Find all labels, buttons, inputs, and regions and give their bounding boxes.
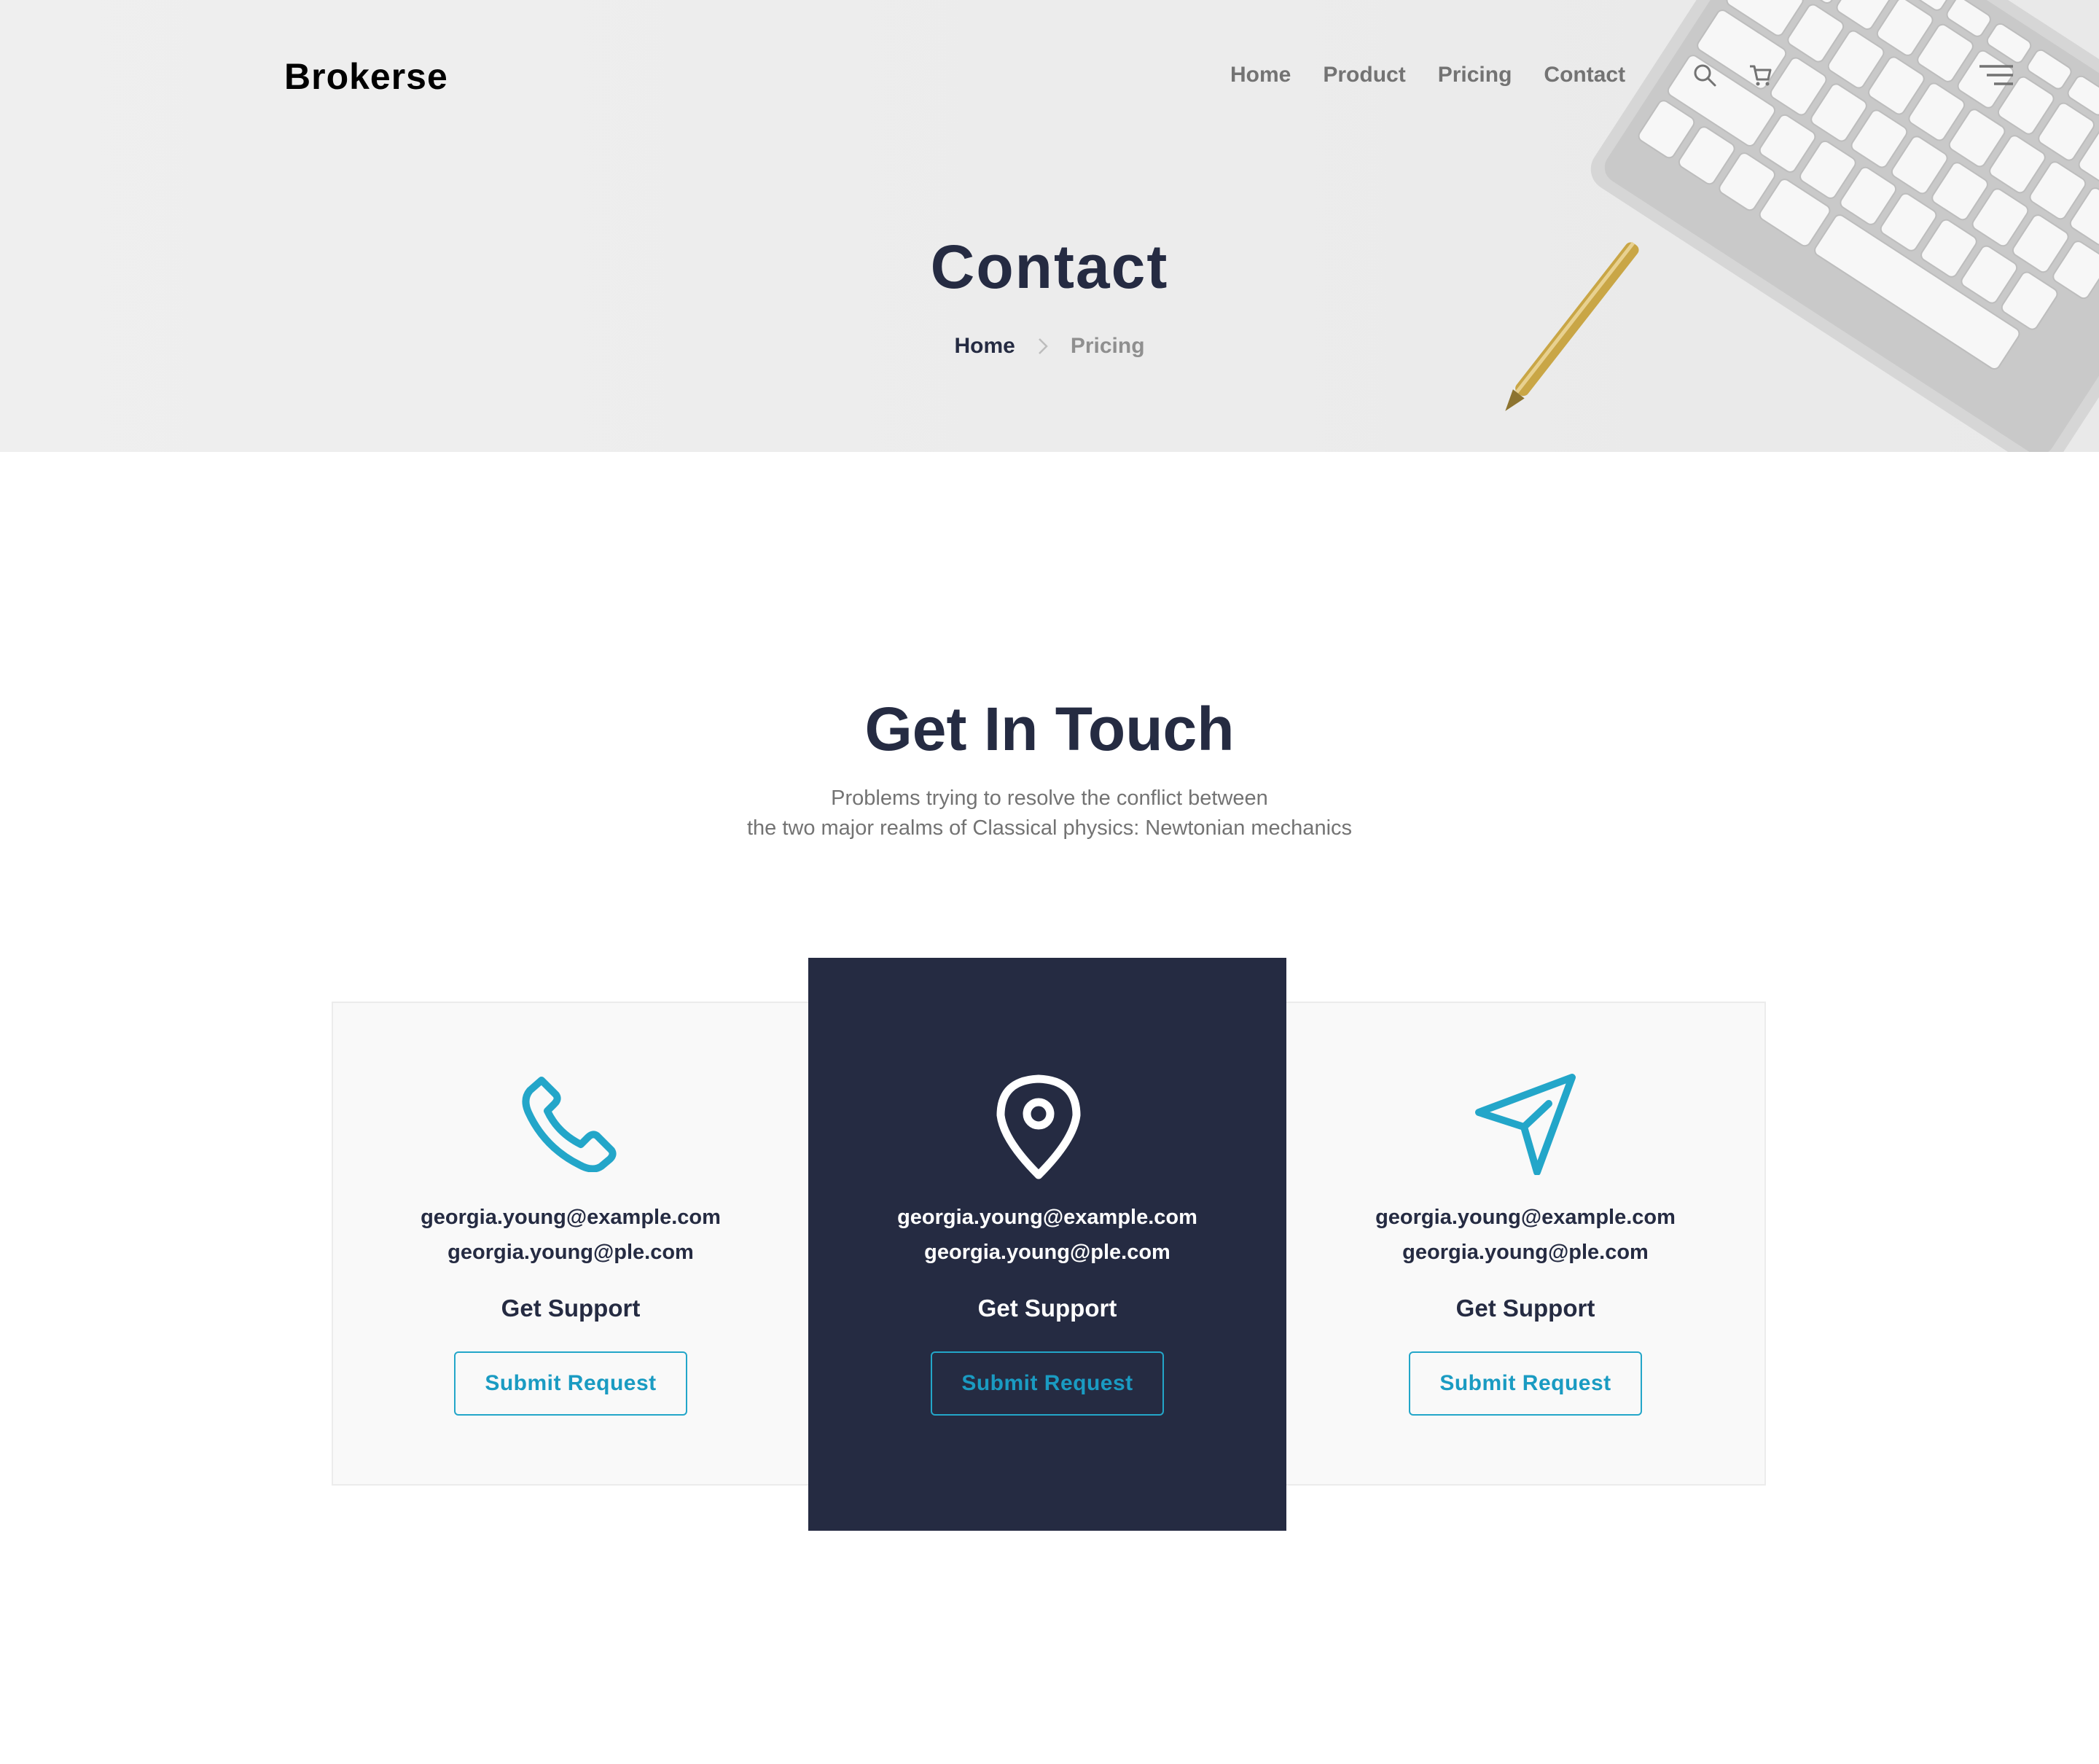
section-subtitle-line-1: Problems trying to resolve the conflict …: [831, 787, 1268, 810]
card-email-primary[interactable]: georgia.young@example.com: [1286, 1200, 1764, 1235]
phone-icon: [522, 1077, 617, 1172]
send-icon: [1475, 1074, 1576, 1175]
nav-link-pricing[interactable]: Pricing: [1438, 63, 1512, 87]
submit-request-button[interactable]: Submit Request: [931, 1351, 1164, 1416]
contact-card-phone: georgia.young@example.com georgia.young@…: [333, 1003, 808, 1484]
breadcrumb-current: Pricing: [1070, 334, 1145, 358]
section-subtitle-line-2: the two major realms of Classical physic…: [746, 816, 1353, 840]
nav-link-contact[interactable]: Contact: [1544, 63, 1625, 87]
menu-icon[interactable]: [1979, 64, 2013, 86]
chevron-right-icon: [1038, 338, 1048, 354]
card-heading: Get Support: [977, 1295, 1117, 1322]
hero-banner: Brokerse Home Product Pricing Contact Co…: [0, 0, 2099, 452]
card-email-primary[interactable]: georgia.young@example.com: [808, 1200, 1286, 1235]
main-nav: Home Product Pricing Contact: [1230, 63, 1625, 87]
brand-logo[interactable]: Brokerse: [284, 55, 448, 98]
nav-link-home[interactable]: Home: [1230, 63, 1291, 87]
location-pin-icon: [996, 1074, 1081, 1179]
search-icon[interactable]: [1692, 63, 1717, 87]
card-email-primary[interactable]: georgia.young@example.com: [333, 1200, 808, 1235]
card-email-secondary[interactable]: georgia.young@ple.com: [1286, 1235, 1764, 1270]
contact-card-send: georgia.young@example.com georgia.young@…: [1286, 1003, 1764, 1484]
card-heading: Get Support: [501, 1295, 641, 1322]
contact-card-location: georgia.young@example.com georgia.young@…: [808, 958, 1286, 1531]
section-subtitle: Problems trying to resolve the conflict …: [0, 784, 2099, 843]
breadcrumb-home[interactable]: Home: [954, 334, 1015, 359]
breadcrumb: Home Pricing: [0, 334, 2099, 359]
submit-request-button[interactable]: Submit Request: [1409, 1351, 1642, 1416]
card-heading: Get Support: [1455, 1295, 1595, 1322]
section-title: Get In Touch: [864, 695, 1235, 763]
cart-icon[interactable]: [1748, 63, 1772, 87]
page-title: Contact: [930, 233, 1169, 301]
card-email-secondary[interactable]: georgia.young@ple.com: [808, 1235, 1286, 1270]
submit-request-button[interactable]: Submit Request: [454, 1351, 687, 1416]
nav-link-product[interactable]: Product: [1323, 63, 1405, 87]
card-email-secondary[interactable]: georgia.young@ple.com: [333, 1235, 808, 1270]
